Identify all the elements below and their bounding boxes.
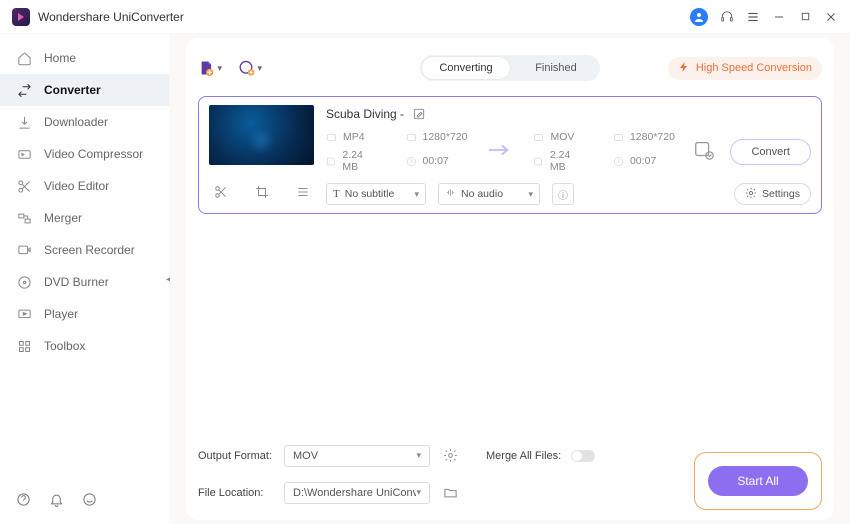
maximize-icon[interactable]: [798, 10, 812, 24]
info-button[interactable]: ⓘ: [552, 183, 574, 205]
add-folder-button[interactable]: ▾: [238, 56, 262, 80]
crop-icon[interactable]: [255, 185, 269, 204]
src-size: 2.24 MB: [326, 149, 380, 173]
chevron-down-icon: ▾: [528, 189, 533, 200]
merge-toggle[interactable]: [571, 450, 595, 462]
chevron-down-icon: ▾: [416, 487, 421, 498]
tab-finished[interactable]: Finished: [512, 55, 600, 81]
open-folder-icon[interactable]: [440, 483, 460, 503]
tab-converting[interactable]: Converting: [422, 57, 510, 79]
sidebar: Home Converter Downloader Video Compress…: [0, 34, 170, 524]
status-tabs: Converting Finished: [420, 55, 600, 81]
chevron-down-icon: ▾: [257, 63, 262, 74]
sidebar-item-label: Video Compressor: [44, 147, 143, 161]
sidebar-item-label: Merger: [44, 211, 82, 225]
disc-icon: [16, 274, 32, 290]
audio-select[interactable]: No audio▾: [438, 183, 540, 205]
sidebar-item-label: Player: [44, 307, 78, 321]
sidebar-item-downloader[interactable]: Downloader: [0, 106, 169, 138]
sidebar-item-recorder[interactable]: Screen Recorder: [0, 234, 169, 266]
dst-format: MOV: [533, 131, 587, 143]
arrow-right-icon: [489, 143, 511, 162]
start-all-highlight: Start All: [694, 452, 822, 510]
sidebar-item-label: DVD Burner: [44, 275, 109, 289]
lightning-icon: [678, 61, 690, 76]
feedback-icon[interactable]: [82, 492, 97, 512]
video-thumbnail[interactable]: [209, 105, 314, 165]
src-format: MP4: [326, 131, 380, 143]
merger-icon: [16, 210, 32, 226]
dst-res: 1280*720: [613, 131, 675, 143]
target-format-icon[interactable]: [693, 139, 719, 165]
sidebar-item-merger[interactable]: Merger: [0, 202, 169, 234]
converter-icon: [16, 82, 32, 98]
download-icon: [16, 114, 32, 130]
headset-icon[interactable]: [720, 10, 734, 24]
dst-dur: 00:07: [613, 149, 675, 173]
high-speed-label: High Speed Conversion: [696, 62, 812, 74]
audio-icon: [445, 187, 456, 201]
hamburger-icon[interactable]: [746, 10, 760, 24]
output-format-select[interactable]: MOV▾: [284, 445, 430, 467]
grid-icon: [16, 338, 32, 354]
help-icon[interactable]: [16, 492, 31, 512]
sidebar-item-label: Downloader: [44, 115, 108, 129]
effects-icon[interactable]: [296, 185, 310, 204]
sidebar-item-label: Toolbox: [44, 339, 85, 353]
sidebar-item-label: Home: [44, 51, 76, 65]
chevron-down-icon: ▾: [217, 63, 222, 74]
sidebar-item-dvd[interactable]: DVD Burner: [0, 266, 169, 298]
chevron-down-icon: ▾: [414, 189, 419, 200]
merge-label: Merge All Files:: [486, 450, 561, 462]
subtitle-select[interactable]: TNo subtitle▾: [326, 183, 426, 205]
edit-name-icon[interactable]: [412, 107, 426, 121]
high-speed-button[interactable]: High Speed Conversion: [668, 57, 822, 80]
sidebar-item-toolbox[interactable]: Toolbox: [0, 330, 169, 362]
app-title: Wondershare UniConverter: [38, 10, 184, 24]
src-dur: 00:07: [406, 149, 468, 173]
sidebar-item-compressor[interactable]: Video Compressor: [0, 138, 169, 170]
start-all-button[interactable]: Start All: [708, 466, 808, 496]
sidebar-item-editor[interactable]: Video Editor: [0, 170, 169, 202]
add-file-button[interactable]: ▾: [198, 56, 222, 80]
conversion-item: Scuba Diving - MP4 1280*720 2.24 MB 00:0…: [198, 96, 822, 214]
sidebar-item-label: Screen Recorder: [44, 243, 135, 257]
gear-icon: [745, 187, 757, 202]
output-format-label: Output Format:: [198, 450, 274, 462]
dst-size: 2.24 MB: [533, 149, 587, 173]
chevron-down-icon: ▾: [416, 450, 421, 461]
bell-icon[interactable]: [49, 492, 64, 512]
file-location-select[interactable]: D:\Wondershare UniConvert▾: [284, 482, 430, 504]
convert-button[interactable]: Convert: [730, 139, 811, 165]
sidebar-item-label: Converter: [44, 83, 101, 97]
app-logo: [12, 8, 30, 26]
output-settings-icon[interactable]: [440, 446, 460, 466]
scissors-icon: [16, 178, 32, 194]
home-icon: [16, 50, 32, 66]
settings-button[interactable]: Settings: [734, 183, 811, 205]
play-icon: [16, 306, 32, 322]
account-avatar[interactable]: [690, 8, 708, 26]
recorder-icon: [16, 242, 32, 258]
close-icon[interactable]: [824, 10, 838, 24]
subtitle-icon: T: [333, 188, 340, 200]
sidebar-item-converter[interactable]: Converter: [0, 74, 169, 106]
compressor-icon: [16, 146, 32, 162]
file-name: Scuba Diving -: [326, 107, 404, 121]
sidebar-item-home[interactable]: Home: [0, 42, 169, 74]
sidebar-item-player[interactable]: Player: [0, 298, 169, 330]
minimize-icon[interactable]: [772, 10, 786, 24]
trim-icon[interactable]: [214, 185, 228, 204]
file-location-label: File Location:: [198, 487, 274, 499]
sidebar-item-label: Video Editor: [44, 179, 109, 193]
src-res: 1280*720: [406, 131, 468, 143]
